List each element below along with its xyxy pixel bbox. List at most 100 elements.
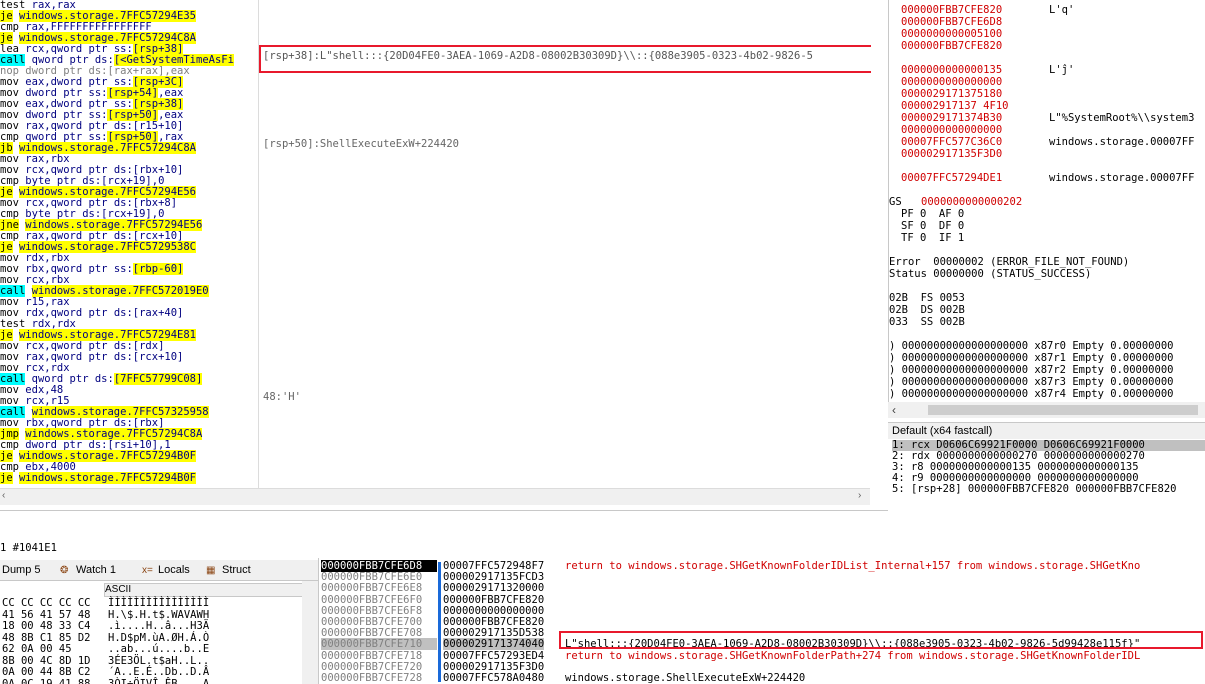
register-value[interactable]: 000002917135F3D0 (901, 148, 1002, 160)
disassembly-horizontal-scrollbar[interactable]: ‹ › (0, 488, 870, 505)
disassembly-pane[interactable]: test rax,rax je windows.storage.7FFC57294… (0, 0, 258, 488)
fpu-register[interactable]: ) 00000000000000000000 x87r1 Empty 0.000… (889, 352, 1173, 364)
bottom-tab-bar[interactable]: Dump 5 ❂ Watch 1 x= Locals ▦ Struct (0, 560, 318, 581)
scroll-left-arrow-icon[interactable]: ‹ (2, 490, 5, 501)
register-value[interactable]: 0000029171375180 (901, 88, 1002, 100)
dump-ascii[interactable]: 3ÉE3ÖL.t$aH..L.. (108, 655, 209, 667)
last-error: Error 00000002 (ERROR_FILE_NOT_FOUND) (889, 256, 1130, 268)
register-value[interactable]: 000000FBB7CFE820 (901, 4, 1002, 16)
flags-label: GS (889, 196, 902, 208)
dump-hex-bytes[interactable]: 48 8B C1 85 D2 (2, 632, 91, 644)
register-value[interactable]: 0000000000000000 (901, 124, 1002, 136)
dump-hex-bytes[interactable]: 18 00 48 33 C4 (2, 620, 91, 632)
flags-row[interactable]: TF 0 IF 1 (901, 232, 964, 244)
calling-convention-header[interactable]: Default (x64 fastcall) (888, 422, 1205, 439)
dump-hex-bytes[interactable]: CC CC CC CC CC (2, 597, 91, 609)
register-value[interactable]: 000000FBB7CFE6D8 (901, 16, 1002, 28)
stack-address[interactable]: 000000FBB7CFE6F0 (321, 594, 437, 606)
register-value[interactable]: 0000000000000000 (901, 76, 1002, 88)
operand: [rax+40] (132, 307, 184, 319)
comment-text: [rsp+50]:ShellExecuteExW+224420 (263, 138, 459, 150)
stack-address[interactable]: 000000FBB7CFE6E8 (321, 582, 437, 594)
registers-panel[interactable]: 000000FBB7CFE820 L'q' 000000FBB7CFE6D8 0000… (888, 0, 1205, 405)
stack-address[interactable]: 000000FBB7CFE6E0 (321, 571, 437, 583)
segment-register[interactable]: 02B FS 0053 (889, 292, 965, 304)
tab-dump-5[interactable]: Dump 5 (0, 562, 41, 578)
dump-vertical-scrollbar[interactable] (302, 581, 318, 684)
stack-value[interactable]: 000002917135F3D0 (443, 661, 544, 673)
stack-address[interactable]: 000000FBB7CFE728 (321, 672, 437, 684)
dump-ascii[interactable]: .ì....H..â...H3Ä (108, 620, 209, 632)
stack-address[interactable]: 000000FBB7CFE718 (321, 650, 437, 662)
dump-hex-bytes[interactable]: 8B 00 4C 8D 1D (2, 655, 91, 667)
register-value[interactable]: 0000000000000135 (901, 64, 1002, 76)
tab-label: Dump 5 (2, 564, 41, 576)
stack-value[interactable]: 000002917135FCD3 (443, 571, 544, 583)
dump-ascii[interactable]: ÌÌÌÌÌÌÌÌÌÌÌÌÌÌÌÌ (108, 597, 209, 609)
watch-face-icon: ❂ (60, 565, 69, 576)
tab-label: Watch 1 (76, 564, 116, 576)
tab-watch-1[interactable]: ❂ Watch 1 (60, 562, 116, 578)
stack-address[interactable]: 000000FBB7CFE708 (321, 627, 437, 639)
stack-address[interactable]: 000000FBB7CFE6F8 (321, 605, 437, 617)
register-comment: L'q' (1049, 4, 1075, 16)
scroll-thumb[interactable] (928, 405, 1198, 415)
stack-address[interactable]: 000000FBB7CFE720 (321, 661, 437, 673)
operand: [rbp-60] (132, 263, 184, 275)
stack-value[interactable]: 000000FBB7CFE820 (443, 616, 544, 628)
eflags-value[interactable]: 0000000000000202 (921, 196, 1022, 208)
memory-dump-pane[interactable]: ASCII CC CC CC CC CC ÌÌÌÌÌÌÌÌÌÌÌÌÌÌÌÌ 41 56… (0, 581, 318, 684)
stack-value[interactable]: 0000000000000000 (443, 605, 544, 617)
flags-row[interactable]: PF 0 AF 0 (901, 208, 964, 220)
tab-locals[interactable]: x= Locals (142, 562, 190, 578)
dump-hex-bytes[interactable]: 62 0A 00 45 (2, 643, 72, 655)
dump-ascii[interactable]: H.\$.H.t$.WAVAWH (108, 609, 209, 621)
dump-ascii[interactable]: H.D$pM.ùA.ØH.Á.Ò (108, 632, 209, 644)
tab-label: Struct (222, 564, 251, 576)
stack-value[interactable]: 00007FFC578A0480 (443, 672, 544, 684)
register-comment: L"%SystemRoot%\\system3 (1049, 112, 1195, 124)
callconv-arg[interactable]: 5: [rsp+28] 000000FBB7CFE820 000000FBB7C… (892, 484, 1205, 495)
stack-value[interactable]: 00007FFC57293ED4 (443, 650, 544, 662)
register-value[interactable]: 0000029171374B30 (901, 112, 1002, 124)
stack-address[interactable]: 000000FBB7CFE710 (321, 638, 437, 651)
disasm-row[interactable]: je windows.storage.7FFC57294B0F (0, 472, 196, 484)
tab-struct[interactable]: ▦ Struct (206, 562, 251, 578)
dump-hex-bytes[interactable]: 41 56 41 57 48 (2, 609, 91, 621)
dump-hex-bytes[interactable]: 0A 00 44 8B C2 (2, 666, 91, 678)
operand: ds: (113, 351, 133, 363)
register-value[interactable]: 0000000000005100 (901, 28, 1002, 40)
dump-hex-bytes[interactable]: 0A 0C 19 41 88 (2, 678, 91, 684)
dump-ascii[interactable]: ..ab...ú....b..E (108, 643, 209, 655)
mnemonic: je (0, 472, 13, 484)
fpu-register[interactable]: ) 00000000000000000000 x87r3 Empty 0.000… (889, 376, 1173, 388)
scroll-right-arrow-icon[interactable]: › (858, 490, 861, 501)
highlight-box (559, 631, 1203, 649)
stack-pane[interactable]: 000000FBB7CFE6D8 00007FFC572948F7 return t… (318, 558, 1205, 684)
stack-value[interactable]: 0000029171374040 (443, 638, 545, 651)
register-comment: L'ĵ' (1049, 64, 1075, 76)
stack-value[interactable]: 000002917135D538 (443, 627, 544, 639)
stack-address[interactable]: 000000FBB7CFE700 (321, 616, 437, 628)
register-value[interactable]: 00007FFC577C36C0 (901, 136, 1002, 148)
register-value[interactable]: 000000FBB7CFE820 (901, 40, 1002, 52)
dump-ascii[interactable]: 3ÒI÷ÖIVÎ.ÊB....A. (108, 678, 215, 684)
segment-register[interactable]: 02B DS 002B (889, 304, 965, 316)
flags-row[interactable]: SF 0 DF 0 (901, 220, 964, 232)
fpu-register[interactable]: ) 00000000000000000000 x87r0 Empty 0.000… (889, 340, 1173, 352)
scroll-left-arrow-icon[interactable]: ‹ (892, 403, 896, 417)
register-value[interactable]: 00007FFC57294DE1 (901, 172, 1002, 184)
ascii-column-header: ASCII (104, 583, 306, 597)
calling-convention-args[interactable]: 1: rcx D0606C69921F0000 D0606C69921F0000… (888, 438, 1205, 556)
stack-address[interactable]: 000000FBB7CFE6D8 (321, 560, 437, 572)
stack-value[interactable]: 00007FFC572948F7 (443, 560, 544, 572)
fpu-register[interactable]: ) 00000000000000000000 x87r4 Empty 0.000… (889, 388, 1173, 400)
stack-value[interactable]: 0000029171320000 (443, 582, 544, 594)
fpu-register[interactable]: ) 00000000000000000000 x87r2 Empty 0.000… (889, 364, 1173, 376)
register-comment: windows.storage.00007FF (1049, 136, 1195, 148)
registers-horizontal-scrollbar[interactable]: ‹ (888, 402, 1205, 418)
segment-register[interactable]: 033 SS 002B (889, 316, 965, 328)
dump-ascii[interactable]: ´A..E.É..Db..D.Â (108, 666, 209, 678)
stack-value[interactable]: 000000FBB7CFE820 (443, 594, 544, 606)
register-value[interactable]: 000002917137 4F10 (901, 100, 1008, 112)
